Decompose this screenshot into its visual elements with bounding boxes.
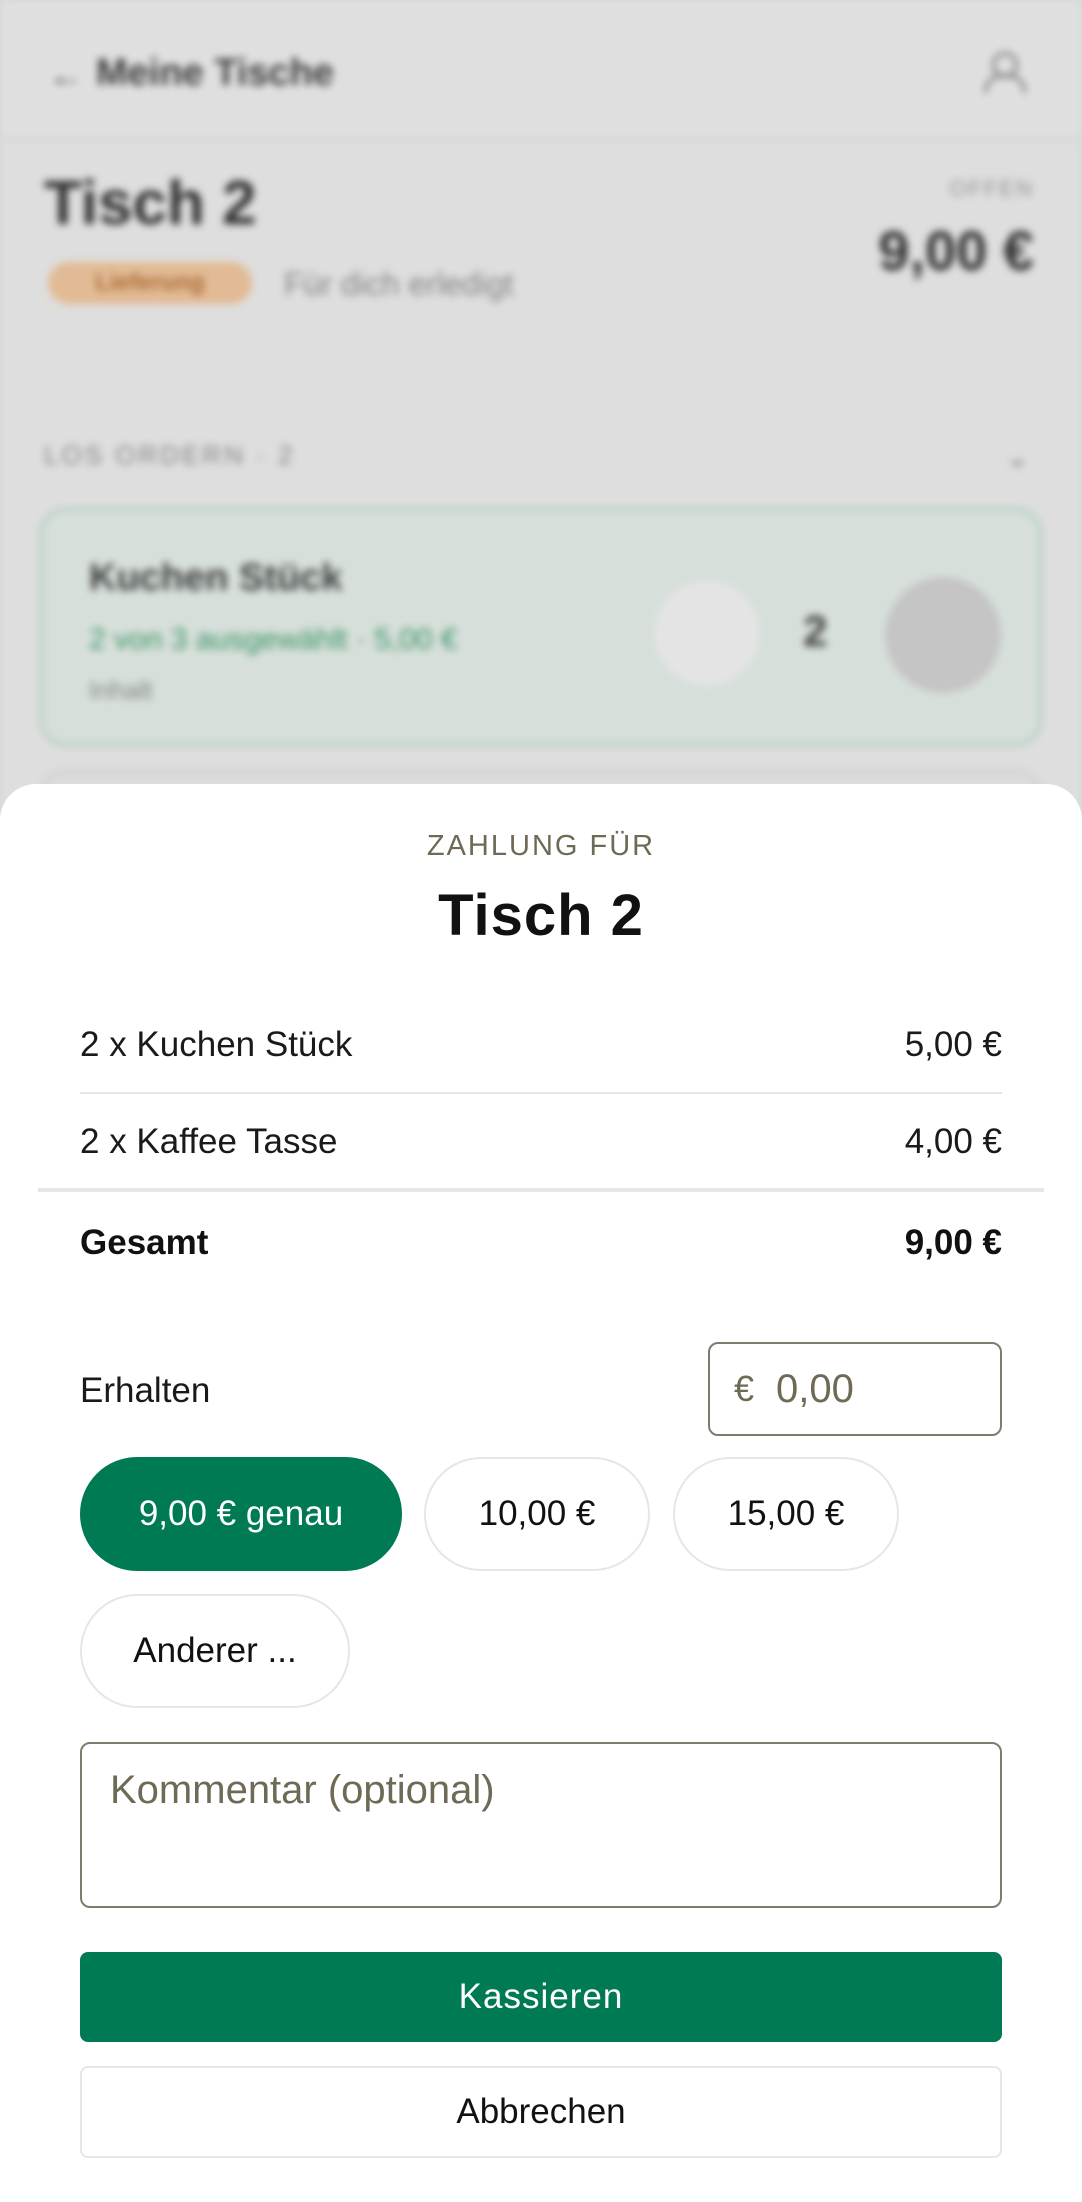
total-label: Gesamt [80,1223,209,1262]
total-row: Gesamt 9,00 € [80,1196,1002,1290]
line-item-label: 2 x Kuchen Stück [80,1025,353,1064]
total-value: 9,00 € [904,1223,1002,1262]
comment-input[interactable] [80,1742,1002,1908]
line-item-label: 2 x Kaffee Tasse [80,1122,338,1161]
checkout-button[interactable]: Kassieren [80,1952,1002,2042]
other-amount-chip[interactable]: Anderer ... [80,1594,350,1708]
payment-sheet: ZAHLUNG FÜR Tisch 2 2 x Kuchen Stück 5,0… [0,784,1082,2202]
line-item: 2 x Kaffee Tasse 4,00 € [80,1094,1002,1190]
sheet-title: Tisch 2 [438,883,644,948]
sheet-eyebrow: ZAHLUNG FÜR [426,830,656,862]
received-label: Erhalten [80,1371,211,1410]
line-item: 2 x Kuchen Stück 5,00 € [80,998,1002,1094]
received-amount-input[interactable] [776,1366,977,1412]
exact-amount-chip[interactable]: 9,00 € genau [80,1457,402,1571]
line-item-price: 4,00 € [904,1122,1002,1161]
cancel-button[interactable]: Abbrechen [80,2066,1002,2158]
total-divider [38,1188,1044,1192]
amount-chip-10[interactable]: 10,00 € [424,1457,650,1571]
currency-symbol: € [734,1368,755,1409]
amount-chip-15[interactable]: 15,00 € [673,1457,899,1571]
received-amount-field[interactable]: € [708,1342,1002,1436]
line-item-price: 5,00 € [904,1025,1002,1064]
